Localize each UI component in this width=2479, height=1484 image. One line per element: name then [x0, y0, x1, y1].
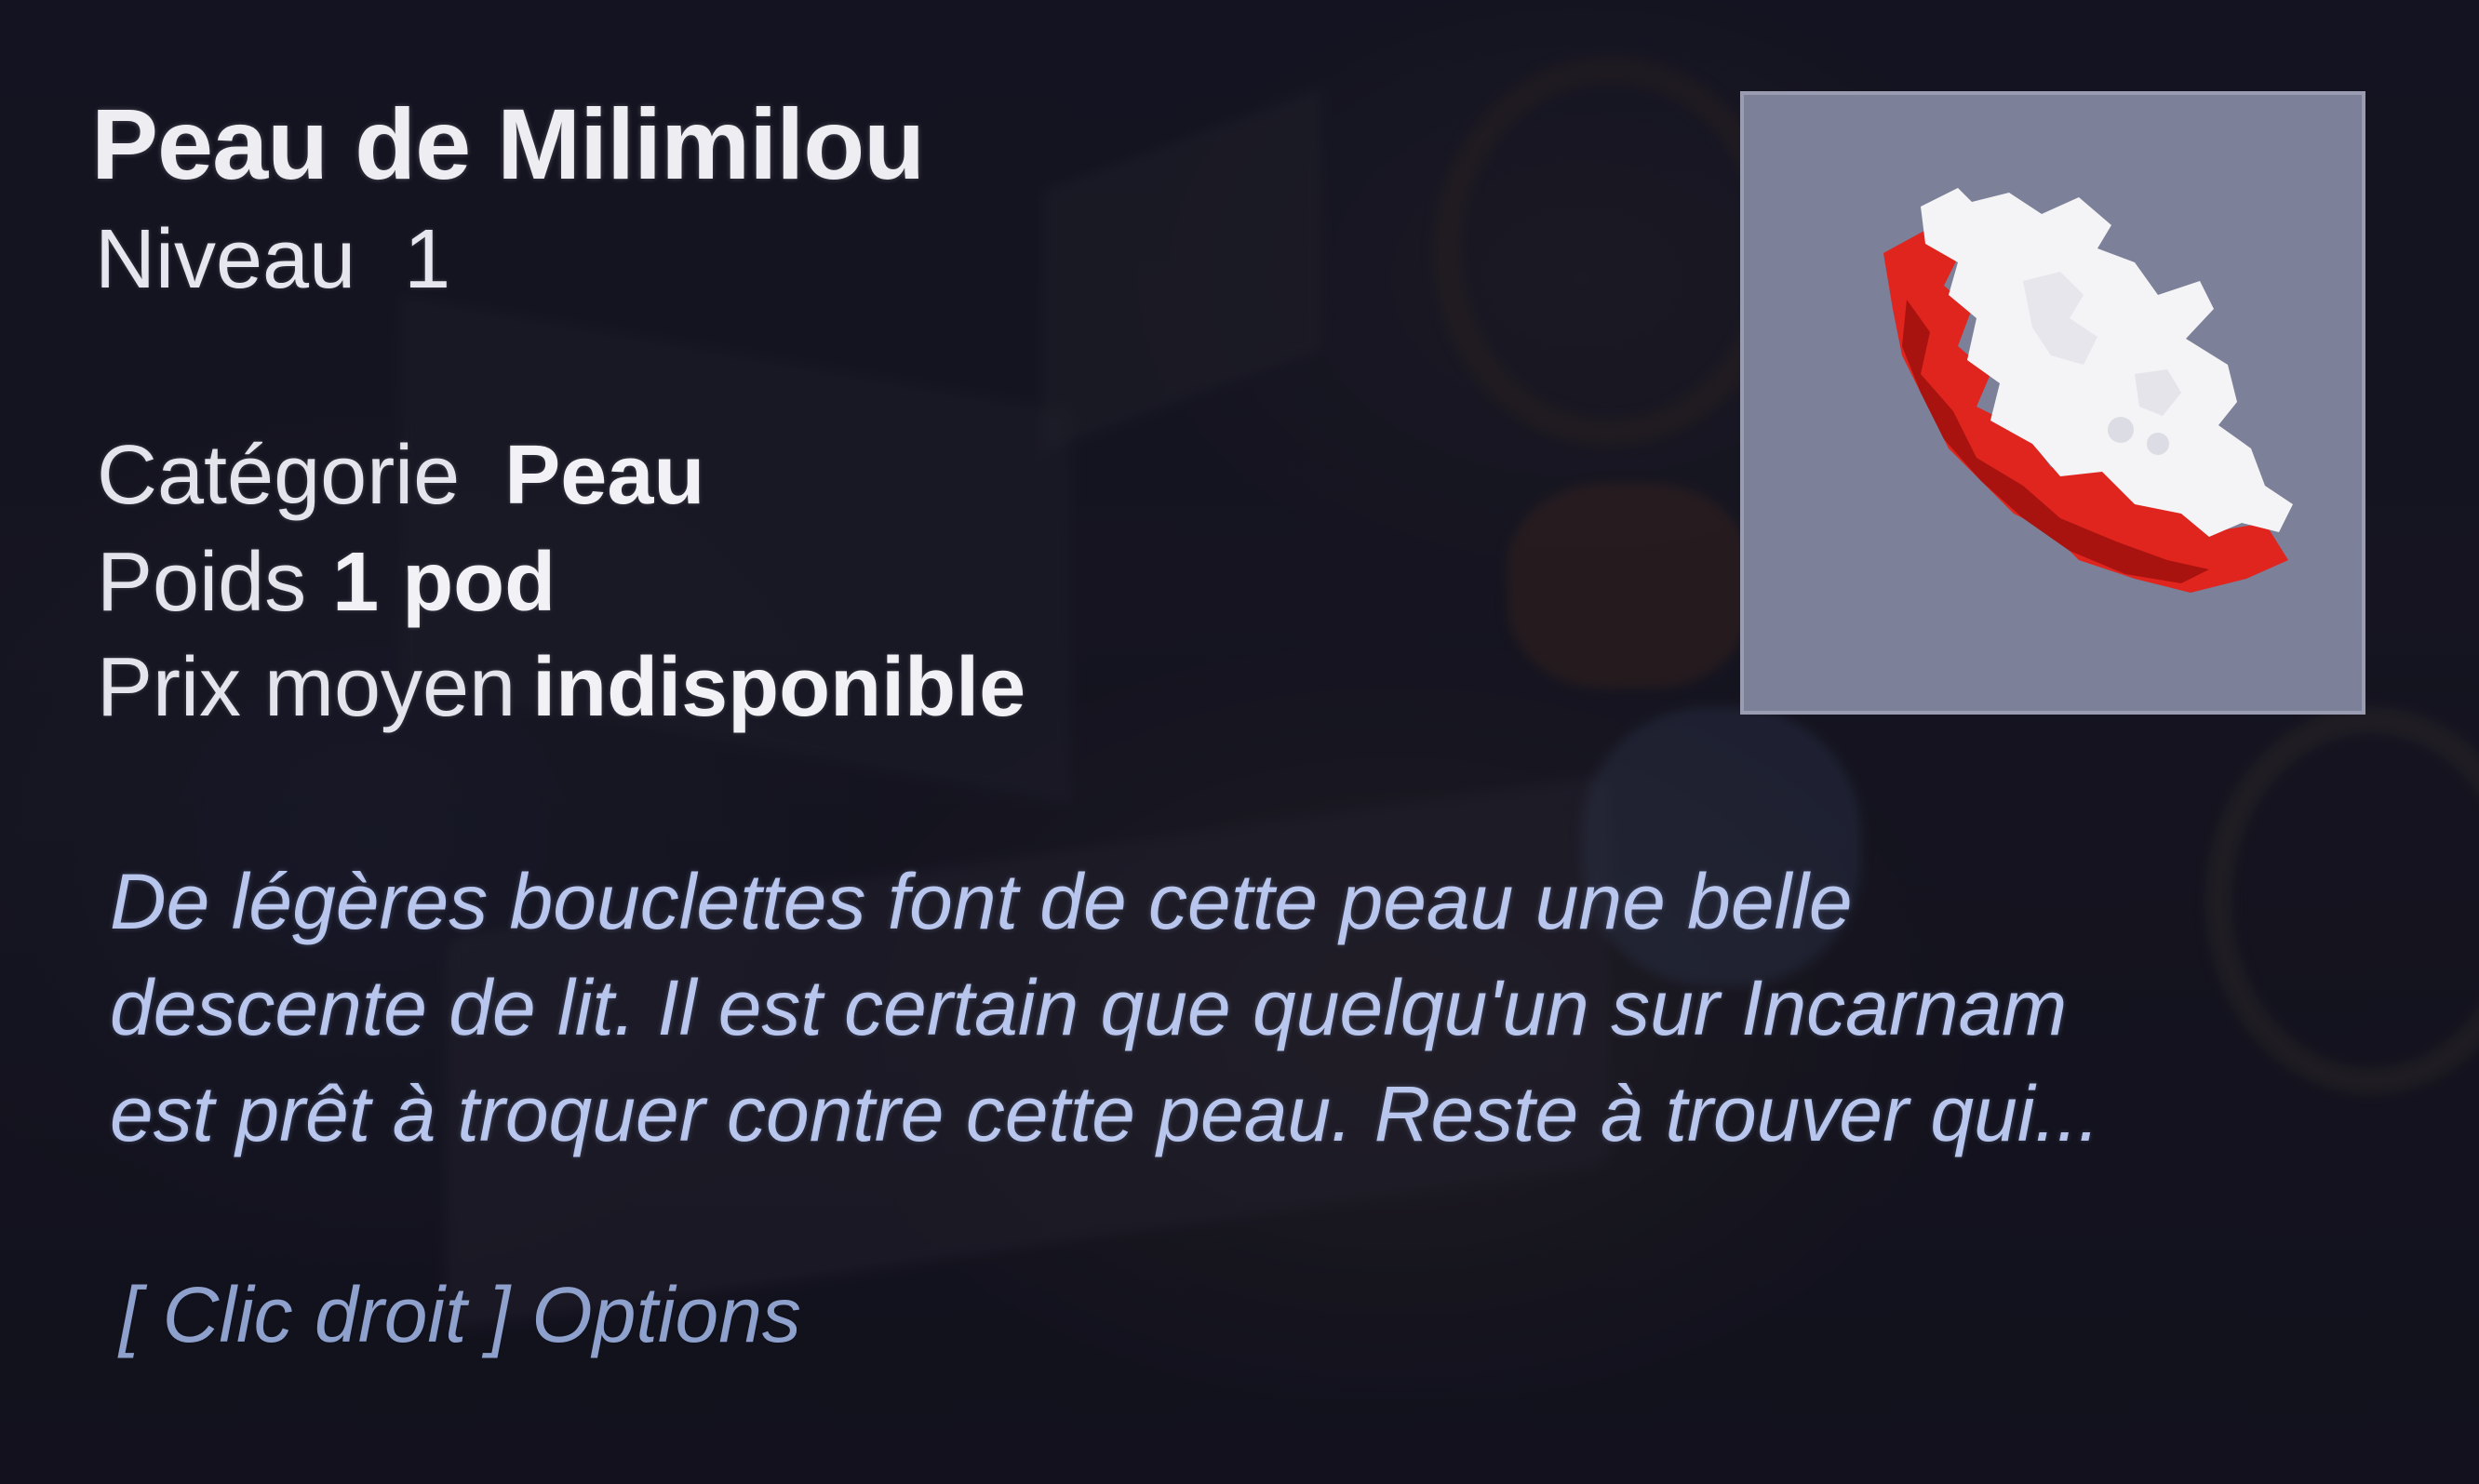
price-value: indisponible — [532, 641, 1026, 734]
sheep-skin-icon — [1883, 188, 2293, 593]
category-value: Peau — [504, 429, 705, 522]
level-label: Niveau — [95, 213, 356, 306]
item-price: Prix moyen indisponible — [97, 640, 1025, 736]
level-value: 1 — [404, 213, 451, 306]
description-line: est prêt à troquer contre cette peau. Re… — [110, 1070, 2100, 1157]
right-click-options-hint: [ Clic droit ] Options — [119, 1271, 801, 1358]
price-label: Prix moyen — [97, 641, 516, 734]
item-name: Peau de Milimilou — [91, 87, 925, 200]
game-screen: Peau de Milimilou Niveau 1 Catégorie Peau … — [0, 0, 2479, 1484]
category-label: Catégorie — [97, 429, 461, 522]
item-weight: Poids 1 pod — [97, 535, 556, 631]
weight-value: 1 pod — [332, 536, 556, 629]
description-line: De légères bouclettes font de cette peau… — [110, 858, 1853, 945]
item-image-frame — [1740, 91, 2365, 715]
item-description: De légères bouclettes font de cette peau… — [110, 849, 2343, 1167]
weight-label: Poids — [97, 536, 307, 629]
item-level: Niveau 1 — [95, 212, 450, 308]
item-category: Catégorie Peau — [97, 428, 704, 524]
description-line: descente de lit. Il est certain que quel… — [110, 964, 2068, 1051]
item-tooltip: Peau de Milimilou Niveau 1 Catégorie Peau … — [0, 0, 2479, 1484]
